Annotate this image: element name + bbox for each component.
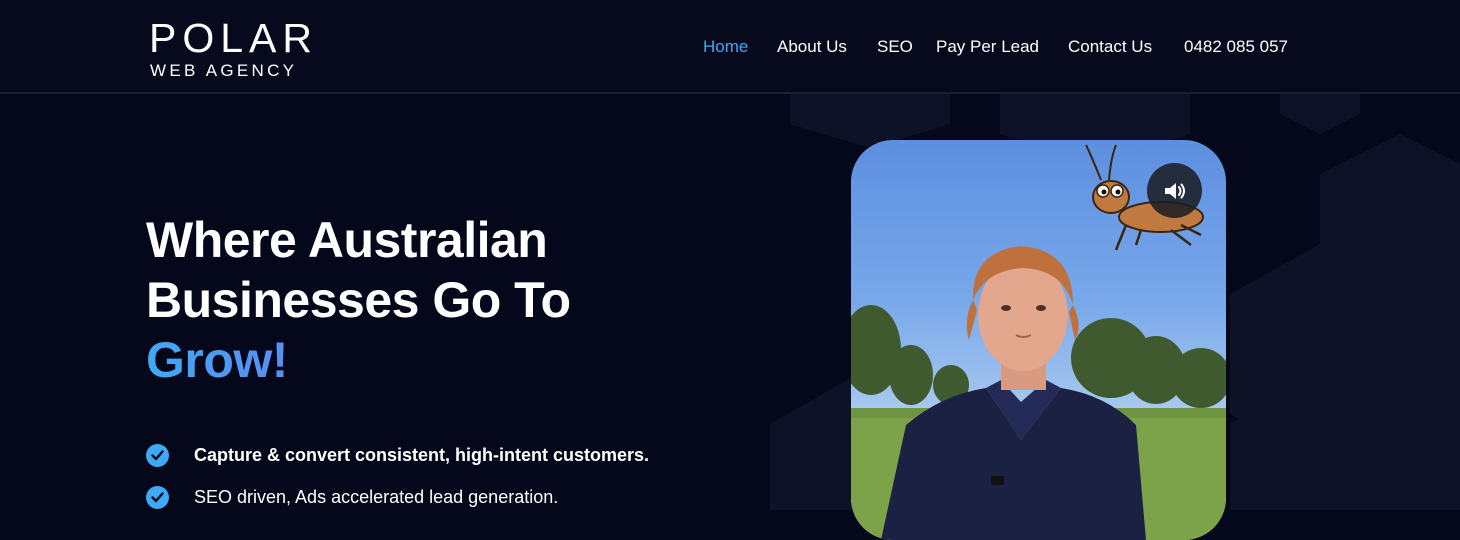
hero-title-line1: Where Australian [146, 212, 548, 268]
main-nav: Home About Us SEO Pay Per Lead Contact U… [0, 36, 1460, 60]
logo-tagline: WEB AGENCY [150, 61, 298, 80]
site-header: POLAR WEB AGENCY Home About Us SEO Pay P… [0, 0, 1460, 94]
mute-toggle-button[interactable] [1147, 163, 1202, 218]
list-item: Capture & convert consistent, high-inten… [146, 434, 649, 476]
nav-pay-per-lead[interactable]: Pay Per Lead [936, 36, 1039, 58]
nav-contact-us[interactable]: Contact Us [1068, 36, 1152, 58]
bullet-text: SEO driven, Ads accelerated lead generat… [194, 486, 559, 507]
hero-bullet-list: Capture & convert consistent, high-inten… [146, 434, 649, 518]
hero-title-highlight: Grow! [146, 332, 288, 388]
check-circle-icon [146, 485, 169, 509]
nav-home[interactable]: Home [703, 36, 748, 58]
speaker-icon [1164, 182, 1185, 199]
bullet-text: Capture & convert consistent, high-inten… [194, 444, 650, 465]
nav-about-us[interactable]: About Us [777, 36, 847, 58]
nav-phone-number[interactable]: 0482 085 057 [1184, 36, 1288, 58]
check-circle-icon [146, 443, 169, 467]
list-item: SEO driven, Ads accelerated lead generat… [146, 476, 649, 518]
hero-title: Where Australian Businesses Go To Grow! [146, 210, 706, 390]
hero-title-line2: Businesses Go To [146, 272, 571, 328]
nav-seo[interactable]: SEO [877, 36, 913, 58]
